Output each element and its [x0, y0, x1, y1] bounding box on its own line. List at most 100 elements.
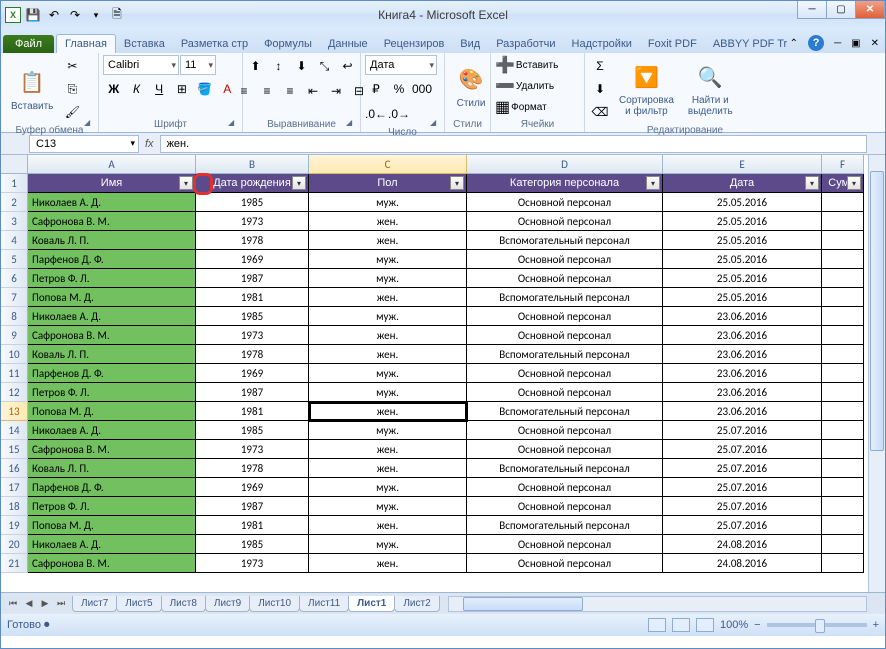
font-size-combo[interactable]: 11 — [180, 55, 216, 75]
wrap-text-icon[interactable]: ↩ — [337, 55, 359, 77]
cell[interactable]: 1969 — [196, 478, 309, 497]
row-header[interactable]: 13 — [1, 402, 28, 421]
tab-layout[interactable]: Разметка стр — [173, 35, 256, 53]
cell[interactable] — [822, 459, 864, 478]
cell[interactable]: муж. — [309, 421, 467, 440]
cell[interactable]: 1987 — [196, 383, 309, 402]
cell[interactable] — [822, 516, 864, 535]
filter-dropdown-icon[interactable]: ▾ — [450, 176, 464, 190]
dialog-launcher-icon[interactable]: ◢ — [228, 118, 240, 130]
doc-restore-icon[interactable]: ▣ — [851, 38, 860, 49]
cell[interactable]: муж. — [309, 269, 467, 288]
table-header-cell[interactable]: Категория персонала▾ — [467, 174, 663, 193]
zoom-slider[interactable] — [767, 623, 867, 627]
cell[interactable]: Сафронова В. М. — [28, 440, 196, 459]
cell[interactable]: Коваль Л. П. — [28, 459, 196, 478]
tab-foxit[interactable]: Foxit PDF — [640, 35, 705, 53]
row-header[interactable]: 8 — [1, 307, 28, 326]
cell[interactable]: 1973 — [196, 554, 309, 573]
row-header[interactable]: 4 — [1, 231, 28, 250]
cell[interactable]: 25.05.2016 — [663, 193, 822, 212]
row-header[interactable]: 15 — [1, 440, 28, 459]
cell[interactable]: 25.05.2016 — [663, 231, 822, 250]
cell[interactable]: муж. — [309, 307, 467, 326]
cell[interactable]: Основной персонал — [467, 326, 663, 345]
row-header[interactable]: 20 — [1, 535, 28, 554]
row-header[interactable]: 9 — [1, 326, 28, 345]
redo-icon[interactable]: ↷ — [66, 6, 84, 24]
file-tab[interactable]: Файл — [3, 35, 54, 53]
cell[interactable]: 25.07.2016 — [663, 421, 822, 440]
column-header-E[interactable]: E — [663, 155, 822, 174]
tab-insert[interactable]: Вставка — [116, 35, 173, 53]
insert-cells-button[interactable]: ➕Вставить — [495, 55, 580, 75]
sort-filter-button[interactable]: 🔽 Сортировка и фильтр — [613, 58, 680, 120]
cell[interactable]: Основной персонал — [467, 440, 663, 459]
zoom-out-icon[interactable]: − — [754, 619, 760, 631]
cell[interactable]: Основной персонал — [467, 269, 663, 288]
row-header[interactable]: 6 — [1, 269, 28, 288]
print-preview-icon[interactable]: 🗎 — [108, 6, 126, 24]
cell[interactable]: Вспомогательный персонал — [467, 516, 663, 535]
cell[interactable]: 1973 — [196, 326, 309, 345]
tab-formulas[interactable]: Формулы — [256, 35, 320, 53]
fx-icon[interactable]: fx — [145, 138, 154, 150]
row-header[interactable]: 16 — [1, 459, 28, 478]
minimize-ribbon-icon[interactable]: ⌃ — [790, 38, 798, 49]
cell[interactable]: 25.07.2016 — [663, 497, 822, 516]
select-all-corner[interactable] — [1, 155, 28, 174]
cell[interactable]: 23.06.2016 — [663, 326, 822, 345]
row-header[interactable]: 3 — [1, 212, 28, 231]
tab-data[interactable]: Данные — [320, 35, 376, 53]
cell[interactable]: 1985 — [196, 307, 309, 326]
cell[interactable]: 25.07.2016 — [663, 478, 822, 497]
border-icon[interactable]: ⊞ — [171, 78, 193, 100]
cell[interactable]: Основной персонал — [467, 250, 663, 269]
cell[interactable]: жен. — [309, 288, 467, 307]
comma-icon[interactable]: 000 — [411, 78, 433, 100]
column-header-F[interactable]: F — [822, 155, 864, 174]
sheet-tab[interactable]: Лист2 — [394, 596, 439, 612]
percent-icon[interactable]: % — [388, 78, 410, 100]
fill-down-icon[interactable]: ⬇ — [589, 78, 611, 100]
cell[interactable]: Основной персонал — [467, 421, 663, 440]
cell[interactable]: жен. — [309, 212, 467, 231]
cell[interactable] — [822, 307, 864, 326]
align-middle-icon[interactable]: ↕ — [268, 55, 290, 77]
fill-color-icon[interactable]: 🪣 — [194, 78, 216, 100]
cell[interactable]: Основной персонал — [467, 364, 663, 383]
cell[interactable] — [822, 250, 864, 269]
cell[interactable] — [822, 554, 864, 573]
underline-icon[interactable]: Ч — [148, 78, 170, 100]
row-header[interactable]: 17 — [1, 478, 28, 497]
filter-dropdown-icon[interactable]: ▾ — [292, 176, 306, 190]
qat-more-icon[interactable]: ▾ — [87, 6, 105, 24]
align-bottom-icon[interactable]: ⬇ — [291, 55, 313, 77]
decrease-decimal-icon[interactable]: .0→ — [388, 103, 410, 125]
copy-icon[interactable]: ⎘ — [61, 78, 83, 100]
cell[interactable]: Попова М. Д. — [28, 516, 196, 535]
cell[interactable]: Основной персонал — [467, 554, 663, 573]
cell[interactable]: жен. — [309, 459, 467, 478]
cell[interactable]: 24.08.2016 — [663, 535, 822, 554]
cell[interactable] — [822, 212, 864, 231]
bold-icon[interactable]: Ж — [103, 78, 125, 100]
cell[interactable]: 1985 — [196, 421, 309, 440]
cell[interactable]: жен. — [309, 326, 467, 345]
filter-dropdown-icon[interactable]: ▾ — [179, 176, 193, 190]
cell[interactable]: 1981 — [196, 402, 309, 421]
cell[interactable]: 25.05.2016 — [663, 288, 822, 307]
cell[interactable]: Петров Ф. Л. — [28, 383, 196, 402]
cell[interactable]: жен. — [309, 231, 467, 250]
cell[interactable]: Парфенов Д. Ф. — [28, 478, 196, 497]
tab-next-icon[interactable]: ▶ — [37, 596, 53, 612]
dialog-launcher-icon[interactable]: ◢ — [346, 118, 358, 130]
cell[interactable]: Основной персонал — [467, 535, 663, 554]
horizontal-scrollbar[interactable] — [448, 596, 867, 612]
dialog-launcher-icon[interactable]: ◢ — [84, 118, 96, 130]
page-break-view-icon[interactable] — [696, 618, 714, 632]
cell[interactable]: 25.05.2016 — [663, 212, 822, 231]
cell[interactable] — [822, 440, 864, 459]
cell[interactable]: 1981 — [196, 516, 309, 535]
italic-icon[interactable]: К — [126, 78, 148, 100]
